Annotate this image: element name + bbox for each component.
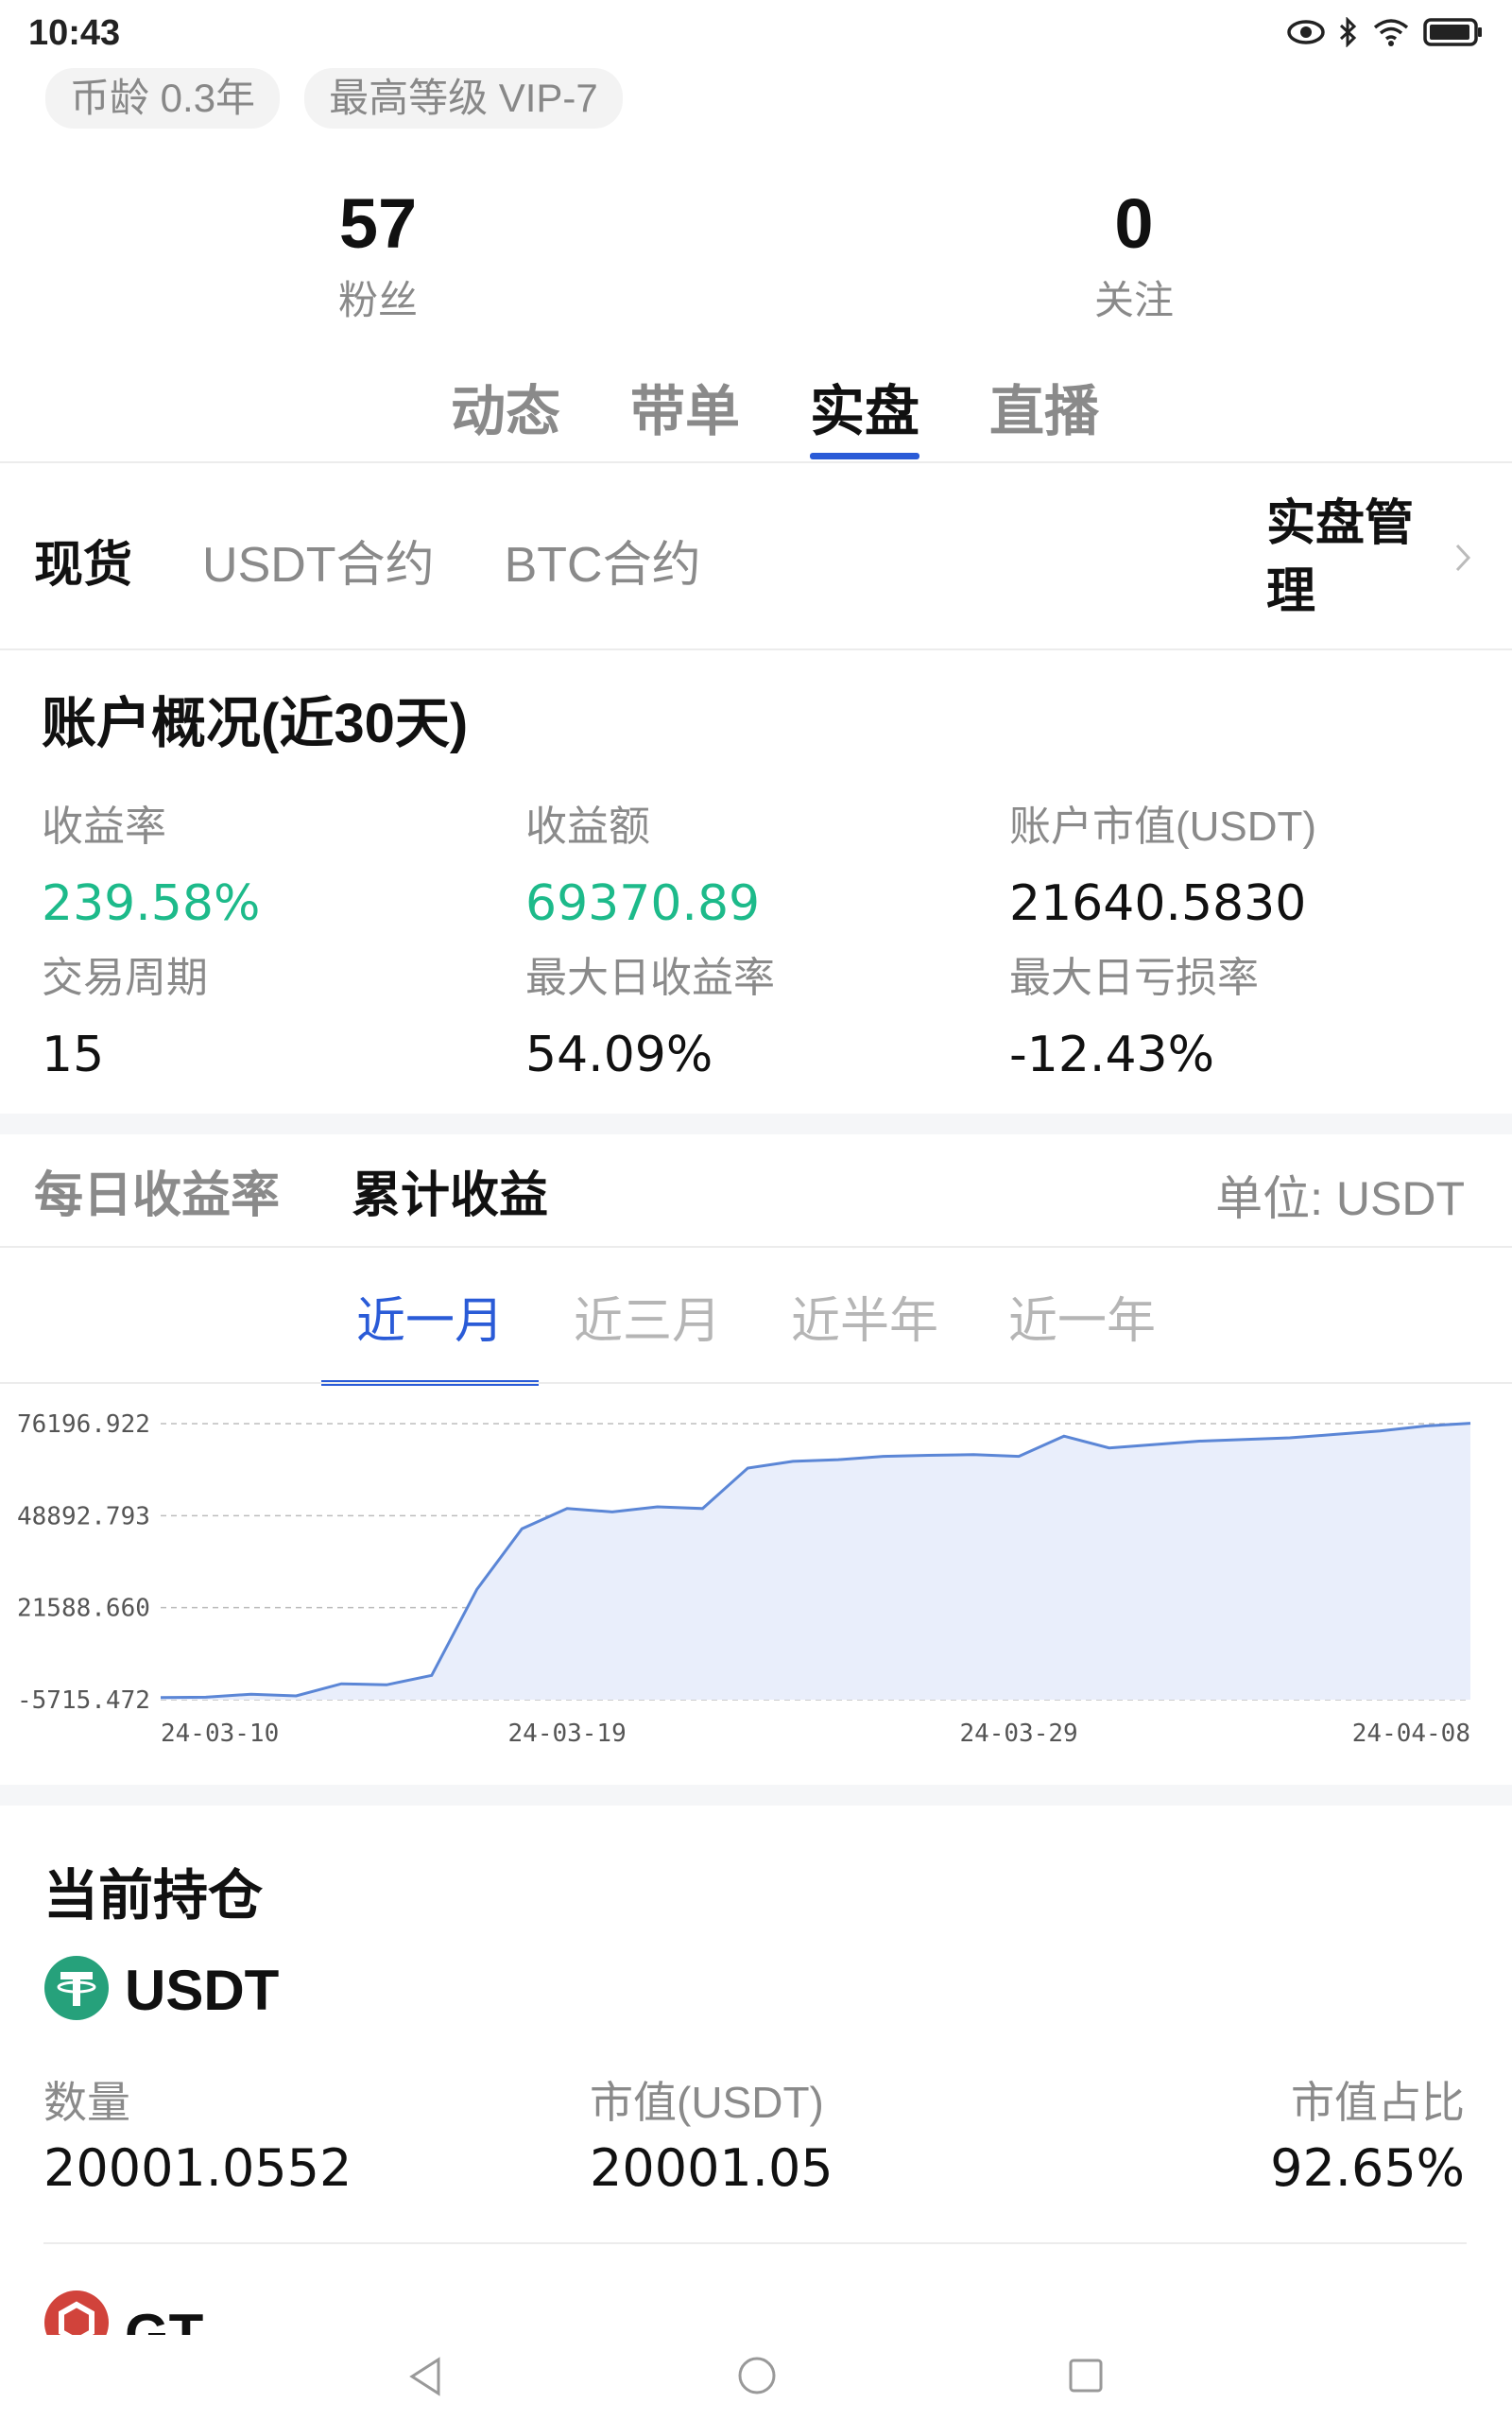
metric-market-value: 账户市值(USDT) 21640.5830 (1009, 792, 1316, 932)
cumulative-return-chart: 76196.922 48892.793 21588.660 -5715.472 24-… (17, 1410, 1471, 1748)
status-bar: 10:43 (0, 0, 1512, 76)
status-time: 10:43 (28, 13, 121, 53)
bluetooth-icon (1338, 16, 1359, 52)
tab-usdt-futures[interactable]: USDT合约 (202, 525, 435, 596)
chart-area (161, 1423, 1470, 1700)
x-tick-label: 24-03-19 (508, 1720, 627, 1748)
y-tick-label: 21588.660 (17, 1595, 150, 1623)
fans-stat[interactable]: 57 粉丝 (236, 189, 520, 326)
x-tick-label: 24-04-08 (1352, 1720, 1470, 1748)
divider (0, 648, 1512, 650)
tab-spot[interactable]: 现货 (34, 525, 132, 596)
home-nav-icon[interactable] (737, 2356, 777, 2400)
metric-value: 21640.5830 (1009, 875, 1307, 932)
holding-gt[interactable]: GT (43, 2290, 203, 2339)
share-value: 92.65% (1270, 2138, 1465, 2198)
divider (0, 461, 1512, 463)
metric-return-amount: 收益额 69370.89 (525, 792, 760, 932)
quantity-value: 20001.0552 (43, 2138, 352, 2198)
overview-title: 账户概况(近30天) (42, 693, 469, 754)
fans-count: 57 (338, 184, 418, 263)
range-tabs: 近一月 近三月 近半年 近一年 (321, 1281, 1191, 1386)
coin-name: USDT (125, 1959, 280, 2022)
range-1y[interactable]: 近一年 (973, 1281, 1191, 1386)
holding-usdt[interactable]: USDT (43, 1955, 279, 2026)
metric-value: 69370.89 (525, 875, 761, 932)
tab-feed[interactable]: 动态 (451, 367, 560, 459)
tab-cumulative-return[interactable]: 累计收益 (352, 1155, 548, 1226)
market-value-value: 20001.05 (590, 2138, 833, 2198)
tab-live-account[interactable]: 实盘 (810, 367, 920, 459)
holdings-title: 当前持仓 (43, 1865, 264, 1927)
metric-value: 15 (42, 1027, 105, 1083)
x-tick-label: 24-03-29 (959, 1720, 1077, 1748)
metric-max-daily-loss: 最大日亏损率 -12.43% (1009, 943, 1259, 1083)
metric-trade-period: 交易周期 15 (42, 943, 208, 1083)
main-tabs: 动态 带单 实盘 直播 (0, 367, 1512, 459)
profile-chips: 币龄 0.3年 最高等级 VIP-7 (45, 68, 623, 129)
chevron-right-icon[interactable] (1453, 537, 1472, 584)
vip-level-chip: 最高等级 VIP-7 (304, 68, 623, 129)
fans-label: 粉丝 (337, 278, 418, 322)
metric-label: 收益额 (525, 804, 650, 850)
y-tick-label: 48892.793 (17, 1502, 150, 1530)
metric-value: -12.43% (1009, 1027, 1215, 1083)
tab-copy-trading[interactable]: 带单 (630, 367, 740, 459)
status-icons (1287, 16, 1484, 52)
range-6m[interactable]: 近半年 (756, 1281, 973, 1386)
quantity-label: 数量 (43, 2078, 130, 2127)
metric-label: 账户市值(USDT) (1009, 804, 1317, 850)
section-separator (0, 1785, 1512, 1806)
market-tabs: 现货 USDT合约 BTC合约 (34, 525, 701, 596)
gt-icon (43, 2290, 110, 2339)
metric-label: 收益率 (42, 804, 166, 850)
tab-daily-return[interactable]: 每日收益率 (34, 1155, 280, 1226)
coin-name: GT (125, 2303, 204, 2339)
metric-return-rate: 收益率 239.58% (42, 792, 260, 932)
section-separator (0, 1114, 1512, 1134)
unit-label: 单位: USDT (1215, 1172, 1465, 1225)
eye-icon (1287, 18, 1325, 51)
following-stat[interactable]: 0 关注 (992, 189, 1276, 326)
battery-icon (1423, 17, 1484, 52)
metric-label: 最大日收益率 (525, 955, 775, 1001)
y-tick-label: -5715.472 (17, 1686, 150, 1715)
manage-account-link[interactable]: 实盘管理 (1266, 490, 1427, 626)
share-label: 市值占比 (1291, 2078, 1465, 2127)
recents-nav-icon[interactable] (1068, 2358, 1104, 2398)
range-3m[interactable]: 近三月 (539, 1281, 756, 1386)
tab-btc-futures[interactable]: BTC合约 (505, 525, 701, 596)
divider (0, 1382, 1512, 1384)
wifi-icon (1372, 17, 1410, 52)
tab-live-stream[interactable]: 直播 (989, 367, 1099, 459)
market-value-label: 市值(USDT) (590, 2078, 824, 2127)
system-nav-bar (0, 2335, 1512, 2420)
metric-value: 239.58% (42, 875, 261, 932)
metric-label: 最大日亏损率 (1009, 955, 1259, 1001)
metric-max-daily-return: 最大日收益率 54.09% (525, 943, 775, 1083)
divider (0, 1246, 1512, 1248)
range-1m[interactable]: 近一月 (321, 1281, 539, 1386)
x-tick-label: 24-03-10 (161, 1720, 279, 1748)
account-age-chip: 币龄 0.3年 (45, 68, 281, 129)
following-count: 0 (1114, 184, 1154, 263)
back-nav-icon[interactable] (406, 2356, 444, 2402)
metric-label: 交易周期 (42, 955, 208, 1001)
metric-value: 54.09% (525, 1027, 713, 1083)
y-tick-label: 76196.922 (17, 1410, 150, 1439)
tether-icon (43, 1955, 110, 2026)
following-label: 关注 (1093, 278, 1174, 322)
divider (43, 2242, 1467, 2244)
